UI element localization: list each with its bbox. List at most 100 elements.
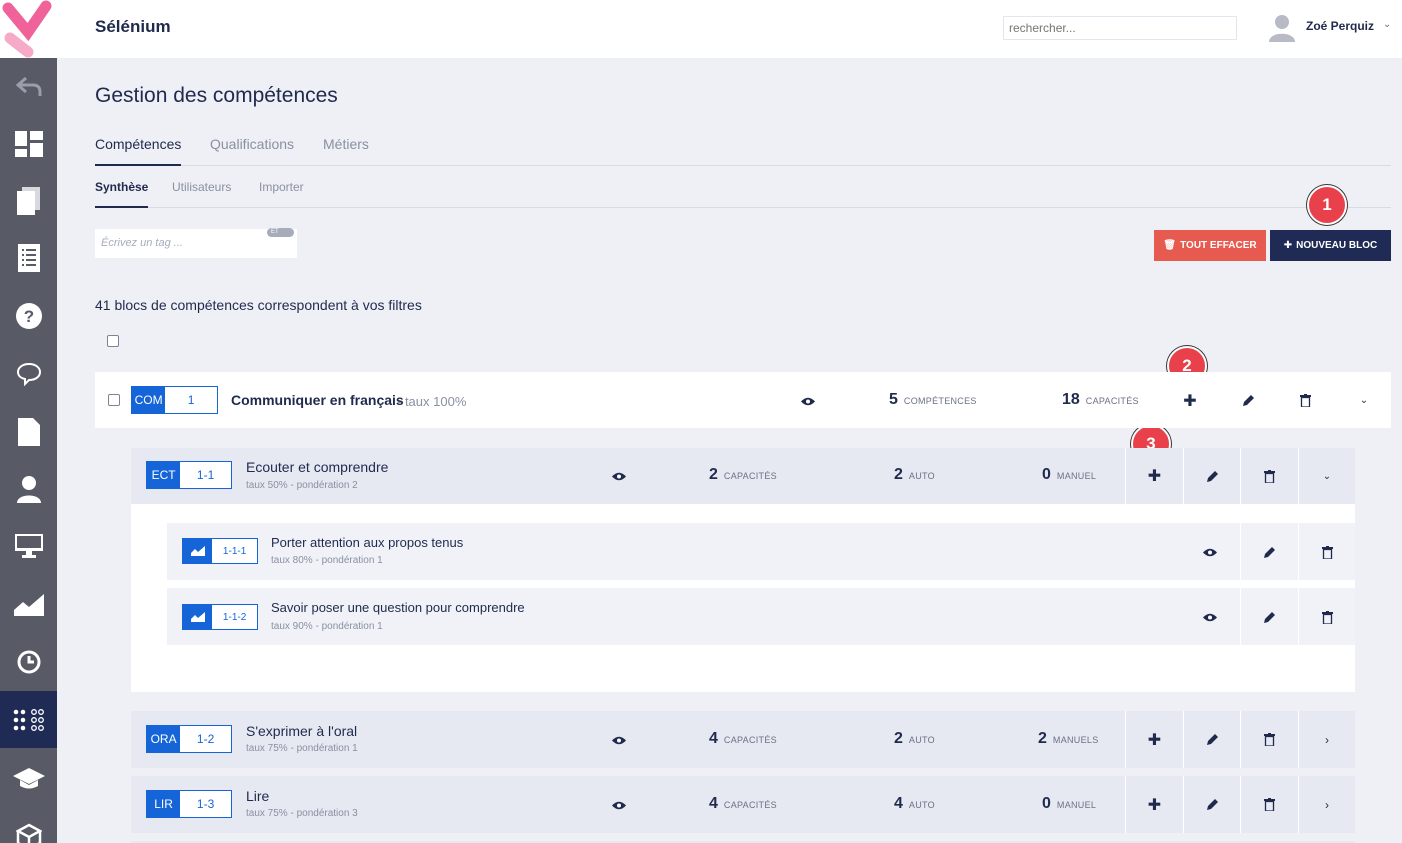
capacites-stat: 4 CAPACITÉS: [709, 795, 777, 812]
auto-stat: 2 AUTO: [894, 730, 935, 747]
eye-icon[interactable]: [1202, 609, 1218, 625]
page-title: Gestion des compétences: [95, 84, 338, 107]
manuel-stat: 0 MANUEL: [1042, 795, 1097, 812]
back-icon[interactable]: [0, 58, 57, 115]
trash-icon[interactable]: [1241, 448, 1298, 504]
capacite-title: Porter attention aux propos tenus: [271, 535, 464, 550]
competence-code-badge: ECT 1-1: [146, 461, 232, 489]
file-icon[interactable]: [0, 403, 57, 460]
edit-icon[interactable]: [1260, 543, 1278, 561]
chart-area-icon[interactable]: [0, 575, 57, 632]
chevron-right-icon[interactable]: ›: [1299, 776, 1355, 833]
tab-qualifications[interactable]: Qualifications: [210, 136, 294, 160]
trash-icon[interactable]: [1241, 711, 1298, 768]
sub-tabs: Synthèse Utilisateurs Importer: [95, 180, 1391, 208]
monitor-icon[interactable]: [0, 517, 57, 574]
competences-icon[interactable]: [0, 691, 57, 748]
new-block-button[interactable]: ✚ NOUVEAU BLOC: [1270, 230, 1391, 261]
plus-icon: ✚: [1283, 240, 1293, 251]
auto-stat: 2 AUTO: [894, 466, 935, 483]
block-rate: - taux 100%: [397, 394, 467, 409]
edit-icon[interactable]: [1260, 608, 1278, 626]
select-all-checkbox[interactable]: [107, 335, 119, 347]
chevron-down-icon[interactable]: ⌄: [1356, 392, 1372, 408]
competence-title: Ecouter et comprendre: [246, 459, 389, 475]
help-icon[interactable]: ?: [0, 287, 57, 344]
chart-area-icon: [183, 605, 213, 629]
divider: [1240, 588, 1241, 645]
capacite-code-badge: 1-1-2: [182, 604, 258, 630]
capacite-meta: taux 80% - pondération 1: [271, 555, 383, 566]
competence-title: Lire: [246, 788, 270, 804]
divider: [1240, 523, 1241, 580]
results-count: 41 blocs de compétences correspondent à …: [95, 297, 422, 313]
dashboard-icon[interactable]: [0, 115, 57, 172]
eye-icon[interactable]: [800, 393, 816, 409]
edit-icon[interactable]: [1184, 776, 1240, 833]
trash-icon[interactable]: [1318, 543, 1336, 561]
chevron-right-icon[interactable]: ›: [1299, 711, 1355, 768]
tab-competences[interactable]: Compétences: [95, 136, 182, 166]
block-code-badge: COM 1: [131, 386, 218, 414]
manuel-stat: 0 MANUEL: [1042, 466, 1097, 483]
capacites-stat: 2 CAPACITÉS: [709, 466, 777, 483]
capacite-title: Savoir poser une question pour comprendr…: [271, 600, 525, 615]
edit-icon[interactable]: [1184, 711, 1240, 768]
list-icon[interactable]: [0, 229, 57, 286]
trash-icon[interactable]: [1241, 776, 1298, 833]
capacite-row[interactable]: [167, 523, 1355, 580]
chevron-down-icon[interactable]: ⌄: [1383, 19, 1391, 30]
avatar[interactable]: [1269, 14, 1295, 42]
divider: [1298, 523, 1299, 580]
add-capacite-button[interactable]: ✚: [1126, 711, 1183, 768]
app-logo[interactable]: [0, 0, 57, 58]
subtab-utilisateurs[interactable]: Utilisateurs: [172, 180, 231, 204]
divider: [1298, 588, 1299, 645]
block-title: Communiquer en français: [231, 392, 404, 408]
subtab-synthese[interactable]: Synthèse: [95, 180, 149, 208]
add-capacite-button[interactable]: ✚: [1126, 448, 1183, 504]
block-checkbox[interactable]: [108, 394, 120, 406]
user-name[interactable]: Zoé Perquiz: [1306, 19, 1374, 33]
capacites-stat: 4 CAPACITÉS: [709, 730, 777, 747]
sidebar: ?: [0, 0, 57, 843]
competence-code-badge: LIR 1-3: [146, 790, 232, 818]
subtab-importer[interactable]: Importer: [259, 180, 304, 204]
eye-icon[interactable]: [611, 732, 627, 748]
capacite-row[interactable]: [167, 588, 1355, 645]
block-competences-stat: 5 COMPÉTENCES: [889, 391, 977, 408]
chart-area-icon: [183, 539, 213, 563]
user-icon[interactable]: [0, 460, 57, 517]
eye-icon[interactable]: [611, 797, 627, 813]
chat-icon[interactable]: [0, 345, 57, 402]
competence-title: S'exprimer à l'oral: [246, 723, 358, 739]
manuel-stat: 2 MANUELS: [1038, 730, 1099, 747]
eye-icon[interactable]: [611, 468, 627, 484]
competence-code-badge: ORA 1-2: [146, 725, 232, 753]
tab-metiers[interactable]: Métiers: [323, 136, 369, 160]
add-capacite-button[interactable]: ✚: [1126, 776, 1183, 833]
graduation-cap-icon[interactable]: [0, 749, 57, 806]
and-toggle[interactable]: ET: [267, 228, 294, 237]
trash-icon: 🗑: [1163, 240, 1177, 251]
capacite-meta: taux 90% - pondération 1: [271, 621, 383, 632]
edit-icon[interactable]: [1184, 448, 1240, 504]
cube-icon[interactable]: [0, 806, 57, 843]
competence-meta: taux 75% - pondération 1: [246, 743, 358, 754]
history-icon[interactable]: [0, 633, 57, 690]
app-title: Sélénium: [95, 17, 171, 36]
add-competence-button[interactable]: ✚: [1180, 391, 1200, 411]
trash-icon[interactable]: [1296, 391, 1314, 409]
competence-meta: taux 75% - pondération 3: [246, 808, 358, 819]
eye-icon[interactable]: [1202, 544, 1218, 560]
callout-1: 1: [1307, 185, 1347, 225]
search-input[interactable]: [1003, 16, 1237, 40]
documents-icon[interactable]: [0, 172, 57, 229]
chevron-down-icon[interactable]: ⌄: [1299, 448, 1355, 504]
capacite-code-badge: 1-1-1: [182, 538, 258, 564]
edit-icon[interactable]: [1239, 391, 1257, 409]
clear-all-button[interactable]: 🗑 TOUT EFFACER: [1154, 230, 1266, 261]
trash-icon[interactable]: [1318, 608, 1336, 626]
main-tabs: Compétences Qualifications Métiers: [95, 136, 1391, 166]
svg-text:?: ?: [23, 307, 33, 326]
